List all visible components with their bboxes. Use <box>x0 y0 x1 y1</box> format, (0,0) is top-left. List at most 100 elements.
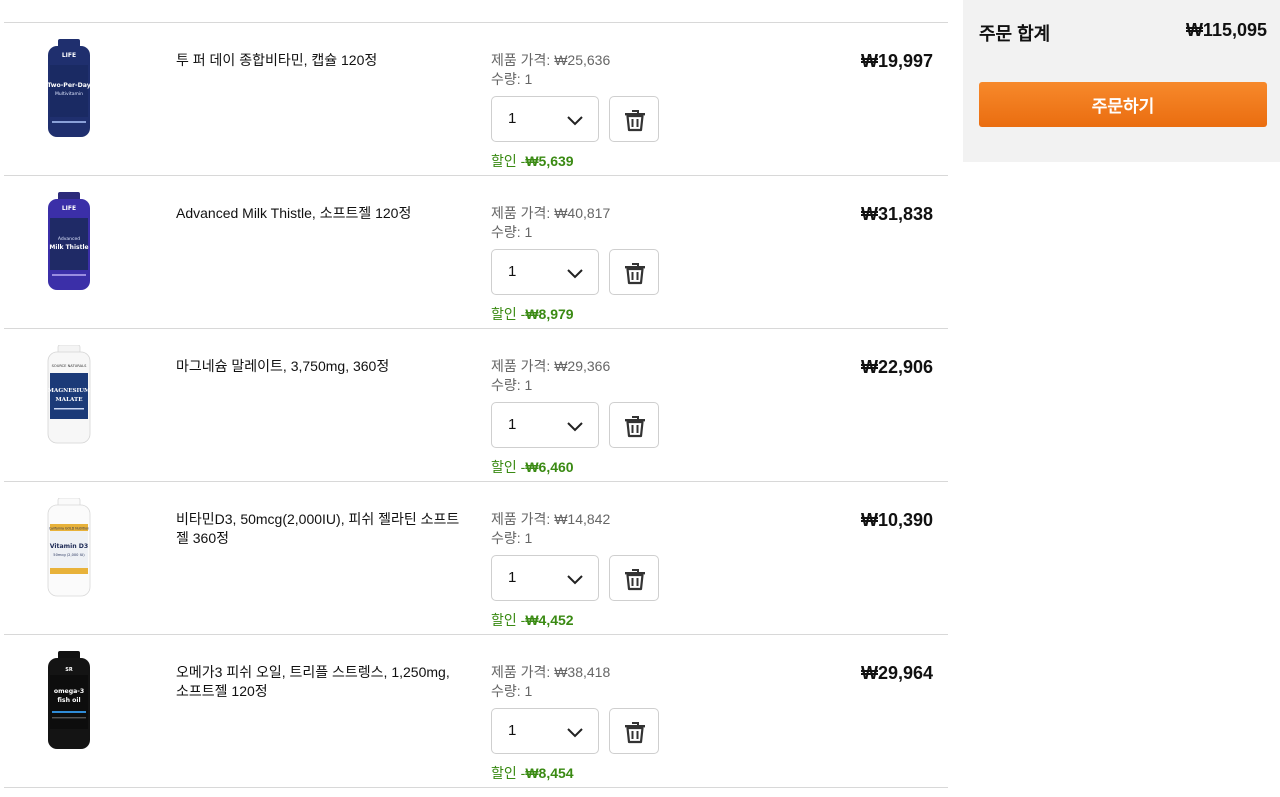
cart-item: SR omega-3 fish oil 오메가3 피쉬 오일, 트리플 스트렝스… <box>4 635 948 788</box>
delete-button[interactable] <box>609 402 659 448</box>
discount-label: 할인 - <box>491 306 526 322</box>
quantity-text: 수량: 1 <box>491 530 533 546</box>
chevron-down-icon <box>567 269 583 279</box>
product-name[interactable]: Advanced Milk Thistle, 소프트젤 120정 <box>176 204 466 223</box>
chevron-down-icon <box>567 728 583 738</box>
trash-icon <box>625 110 645 132</box>
item-total-price: ₩29,964 <box>860 663 933 683</box>
discount-amount: 할인 -₩8,454 <box>491 763 574 783</box>
bottle-line1: omega-3 <box>54 688 84 695</box>
discount-value: ₩8,454 <box>525 765 574 781</box>
quantity-value: 1 <box>508 110 517 127</box>
bottle-brand: LIFE <box>62 52 76 59</box>
product-price: 제품 가격: ₩29,366 <box>491 357 610 376</box>
chevron-down-icon <box>567 575 583 585</box>
product-image[interactable]: California GOLD Nutrition Vitamin D3 50m… <box>40 498 98 598</box>
product-name[interactable]: 마그네슘 말레이트, 3,750mg, 360정 <box>176 357 466 376</box>
quantity-select[interactable]: 1 <box>491 402 599 448</box>
trash-icon <box>625 416 645 438</box>
quantity-select[interactable]: 1 <box>491 555 599 601</box>
discount-value: ₩5,639 <box>525 153 574 169</box>
item-total-price: ₩31,838 <box>860 204 933 224</box>
product-image[interactable]: LIFE Two-Per-Day Multivitamin <box>40 39 98 139</box>
product-price: 제품 가격: ₩14,842 <box>491 510 610 529</box>
quantity-value: 1 <box>508 416 517 433</box>
item-total-price: ₩19,997 <box>860 51 933 71</box>
checkout-button[interactable]: 주문하기 <box>979 82 1267 127</box>
product-price-label: 제품 가격: <box>491 664 555 680</box>
discount-value: ₩8,979 <box>525 306 574 322</box>
bottle-line2: Milk Thistle <box>49 244 88 251</box>
product-price: 제품 가격: ₩38,418 <box>491 663 610 682</box>
quantity-value: 1 <box>508 722 517 739</box>
discount-label: 할인 - <box>491 765 526 781</box>
bottle-line2: fish oil <box>57 697 80 704</box>
product-price-value: ₩14,842 <box>554 511 611 527</box>
cart-item: SOURCE NATURALS MAGNESIUM MALATE 마그네슘 말레… <box>4 329 948 482</box>
quantity-select[interactable]: 1 <box>491 249 599 295</box>
quantity-select[interactable]: 1 <box>491 96 599 142</box>
quantity-value: 1 <box>508 569 517 586</box>
trash-icon <box>625 569 645 591</box>
product-price-label: 제품 가격: <box>491 358 555 374</box>
product-price: 제품 가격: ₩40,817 <box>491 204 610 223</box>
product-price: 제품 가격: ₩25,636 <box>491 51 610 70</box>
bottle-brand: SR <box>65 667 73 673</box>
product-name[interactable]: 투 퍼 데이 종합비타민, 캡슐 120정 <box>176 51 466 70</box>
order-summary-panel: 주문 합계 ₩115,095 주문하기 <box>963 0 1280 162</box>
product-price-value: ₩25,636 <box>554 52 611 68</box>
cart-item: LIFE Two-Per-Day Multivitamin 투 퍼 데이 종합비… <box>4 23 948 176</box>
discount-label: 할인 - <box>491 153 526 169</box>
product-name[interactable]: 비타민D3, 50mcg(2,000IU), 피쉬 젤라틴 소프트젤 360정 <box>176 510 466 548</box>
product-price-value: ₩40,817 <box>554 205 611 221</box>
bottle-brand: LIFE <box>62 205 76 212</box>
product-price-value: ₩38,418 <box>554 664 611 680</box>
discount-value: ₩4,452 <box>525 612 574 628</box>
delete-button[interactable] <box>609 708 659 754</box>
discount-value: ₩6,460 <box>525 459 574 475</box>
delete-button[interactable] <box>609 96 659 142</box>
cart-item-list: LIFE Two-Per-Day Multivitamin 투 퍼 데이 종합비… <box>4 22 948 788</box>
product-image[interactable]: SR omega-3 fish oil <box>40 651 98 751</box>
bottle-line2: Multivitamin <box>55 91 83 97</box>
item-total-price: ₩22,906 <box>860 357 933 377</box>
bottle-line1: MAGNESIUM <box>48 388 90 394</box>
quantity-text: 수량: 1 <box>491 377 533 393</box>
product-price-label: 제품 가격: <box>491 205 555 221</box>
order-total-value: ₩115,095 <box>1185 20 1267 40</box>
cart-item: LIFE Advanced Milk Thistle Advanced Milk… <box>4 176 948 329</box>
discount-amount: 할인 -₩5,639 <box>491 151 574 171</box>
trash-icon <box>625 263 645 285</box>
order-total-label: 주문 합계 <box>979 24 1051 44</box>
product-image[interactable]: SOURCE NATURALS MAGNESIUM MALATE <box>40 345 98 445</box>
delete-button[interactable] <box>609 249 659 295</box>
discount-amount: 할인 -₩8,979 <box>491 304 574 324</box>
quantity-text: 수량: 1 <box>491 224 533 240</box>
chevron-down-icon <box>567 116 583 126</box>
discount-amount: 할인 -₩6,460 <box>491 457 574 477</box>
quantity-value: 1 <box>508 263 517 280</box>
bottle-brand: California GOLD Nutrition <box>49 527 89 531</box>
product-image[interactable]: LIFE Advanced Milk Thistle <box>40 192 98 292</box>
chevron-down-icon <box>567 422 583 432</box>
discount-label: 할인 - <box>491 459 526 475</box>
cart-item: California GOLD Nutrition Vitamin D3 50m… <box>4 482 948 635</box>
discount-amount: 할인 -₩4,452 <box>491 610 574 630</box>
quantity-text: 수량: 1 <box>491 683 533 699</box>
product-name[interactable]: 오메가3 피쉬 오일, 트리플 스트렝스, 1,250mg, 소프트젤 120정 <box>176 663 466 701</box>
bottle-brand: SOURCE NATURALS <box>52 364 87 368</box>
bottle-line1: Two-Per-Day <box>47 82 91 89</box>
bottle-line1: Advanced <box>58 236 80 242</box>
bottle-line2: 50mcg (2,000 IU) <box>53 553 85 557</box>
bottle-line1: Vitamin D3 <box>50 543 89 550</box>
delete-button[interactable] <box>609 555 659 601</box>
trash-icon <box>625 722 645 744</box>
bottle-line2: MALATE <box>56 397 83 403</box>
discount-label: 할인 - <box>491 612 526 628</box>
quantity-select[interactable]: 1 <box>491 708 599 754</box>
product-price-value: ₩29,366 <box>554 358 611 374</box>
product-price-label: 제품 가격: <box>491 511 555 527</box>
quantity-text: 수량: 1 <box>491 71 533 87</box>
item-total-price: ₩10,390 <box>860 510 933 530</box>
product-price-label: 제품 가격: <box>491 52 555 68</box>
